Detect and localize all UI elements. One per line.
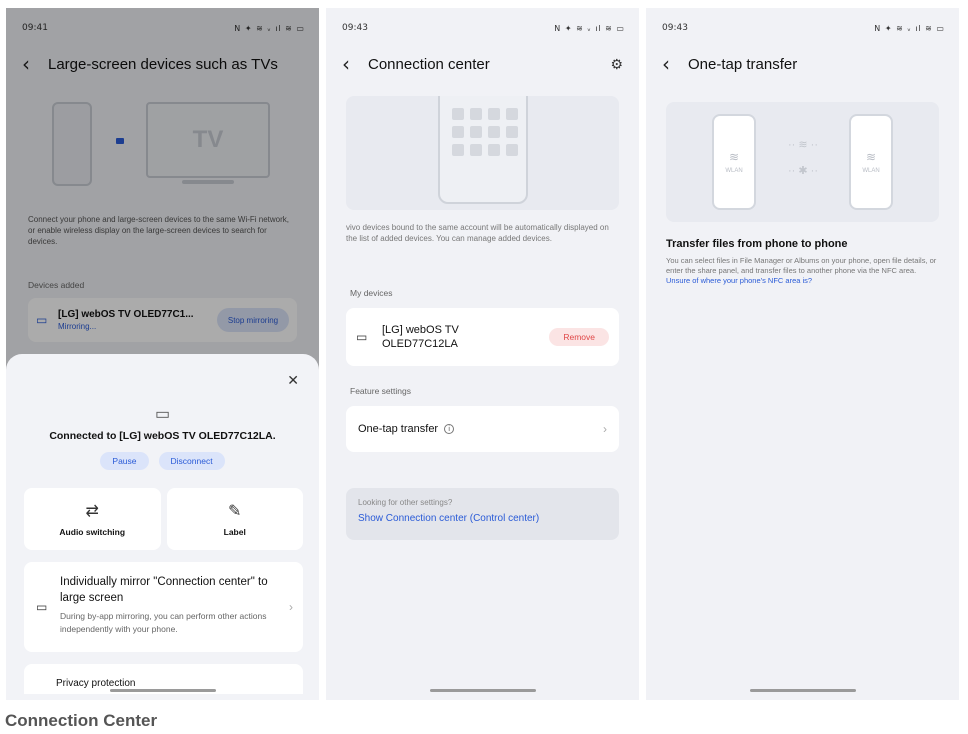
screen-one-tap-transfer: 09:43 N ✦ ≋ ᵥ ıl ≋ ▭ ‹ One-tap transfer …	[646, 8, 959, 700]
info-icon[interactable]: i	[444, 424, 455, 434]
device-card[interactable]: ▭ [LG] webOS TV OLED77C12LA Remove	[346, 308, 619, 366]
phone-illustration	[346, 96, 619, 210]
phone-outline	[438, 96, 528, 204]
wlan-label: WLAN	[862, 168, 880, 174]
transfer-description: You can select files in File Manager or …	[666, 256, 937, 286]
wifi-icon: ≋	[728, 150, 740, 164]
home-indicator[interactable]	[429, 689, 536, 692]
screen-large-screen-devices: 09:41 N ✦ ≋ ᵥ ıl ≋ ▭ ‹ Large-screen devi…	[6, 8, 319, 700]
action-pills: Pause Disconnect	[6, 452, 319, 470]
mirror-subtitle: During by-app mirroring, you can perform…	[60, 611, 267, 634]
status-time: 09:43	[342, 23, 368, 33]
my-devices-label: My devices	[350, 288, 393, 298]
chevron-right-icon: ›	[603, 422, 607, 436]
audio-switching-label: Audio switching	[59, 527, 126, 537]
disconnect-button[interactable]: Disconnect	[158, 452, 225, 470]
title-bar: ‹ Connection center ⚙	[342, 52, 623, 76]
back-arrow-icon[interactable]: ‹	[662, 54, 684, 74]
tv-icon: ▭	[154, 406, 171, 423]
transfer-heading: Transfer files from phone to phone	[666, 238, 848, 250]
label-tile[interactable]: ✎ Label	[166, 488, 303, 550]
screen-connection-center: 09:43 N ✦ ≋ ᵥ ıl ≋ ▭ ‹ Connection center…	[326, 8, 639, 700]
page-title: Connection center	[368, 55, 490, 73]
description-text: vivo devices bound to the same account w…	[346, 223, 609, 243]
nfc-area-link[interactable]: Unsure of where your phone's NFC area is…	[666, 276, 812, 285]
pause-button[interactable]: Pause	[100, 452, 149, 470]
home-indicator[interactable]	[749, 689, 856, 692]
home-indicator[interactable]	[109, 689, 216, 692]
show-control-center-link[interactable]: Show Connection center (Control center)	[358, 513, 607, 524]
device-name: [LG] webOS TV OLED77C12LA	[382, 324, 459, 350]
swap-arrows-icon: ⇄	[85, 503, 99, 520]
remove-button[interactable]: Remove	[549, 328, 609, 346]
app-grid	[452, 108, 518, 156]
status-time: 09:43	[662, 23, 688, 33]
audio-switching-tile[interactable]: ⇄ Audio switching	[24, 488, 161, 550]
status-bar: 09:43 N ✦ ≋ ᵥ ıl ≋ ▭	[342, 22, 625, 34]
status-icons: N ✦ ≋ ᵥ ıl ≋ ▭	[554, 23, 625, 33]
phone-right: ≋ WLAN	[849, 114, 893, 210]
one-tap-transfer-item[interactable]: One-tap transfer i ›	[346, 406, 619, 452]
monitor-icon: ▭	[36, 600, 48, 614]
connection-icons: ·· ≋ ·· ·· ✱ ··	[776, 132, 830, 184]
close-icon[interactable]: ✕	[287, 372, 299, 389]
status-bar: 09:43 N ✦ ≋ ᵥ ıl ≋ ▭	[662, 22, 945, 34]
description-text: You can select files in File Manager or …	[666, 256, 937, 275]
settings-icon[interactable]: ⚙	[610, 56, 623, 73]
title-bar: ‹ One-tap transfer	[662, 52, 943, 76]
status-icons: N ✦ ≋ ᵥ ıl ≋ ▭	[874, 23, 945, 33]
one-tap-transfer-label: One-tap transfer	[358, 423, 439, 435]
option-tiles: ⇄ Audio switching ✎ Label	[24, 488, 303, 550]
wifi-icon: ·· ≋ ··	[788, 139, 818, 151]
edit-icon: ✎	[228, 503, 242, 520]
mirror-title: Individually mirror "Connection center" …	[60, 576, 268, 604]
label-label: Label	[223, 527, 246, 537]
wlan-label: WLAN	[725, 168, 743, 174]
transfer-illustration: ≋ WLAN ·· ≋ ·· ·· ✱ ·· ≋ WLAN	[666, 102, 939, 222]
monitor-icon: ▭	[356, 330, 368, 344]
bluetooth-icon: ·· ✱ ··	[788, 165, 818, 177]
figure-caption: Connection Center	[5, 711, 158, 730]
back-arrow-icon[interactable]: ‹	[342, 54, 364, 74]
other-settings-card: Looking for other settings? Show Connect…	[346, 488, 619, 540]
connected-text: Connected to [LG] webOS TV OLED77C12LA.	[49, 430, 276, 442]
chevron-right-icon: ›	[289, 600, 293, 614]
individual-mirror-card[interactable]: ▭ Individually mirror "Connection center…	[24, 562, 303, 652]
page-title: One-tap transfer	[688, 55, 798, 73]
mirroring-bottom-sheet: ✕ ▭ Connected to [LG] webOS TV OLED77C12…	[6, 354, 319, 700]
looking-for-text: Looking for other settings?	[358, 498, 453, 507]
phone-left: ≋ WLAN	[712, 114, 756, 210]
feature-settings-label: Feature settings	[350, 386, 411, 396]
wifi-icon: ≋	[865, 150, 877, 164]
